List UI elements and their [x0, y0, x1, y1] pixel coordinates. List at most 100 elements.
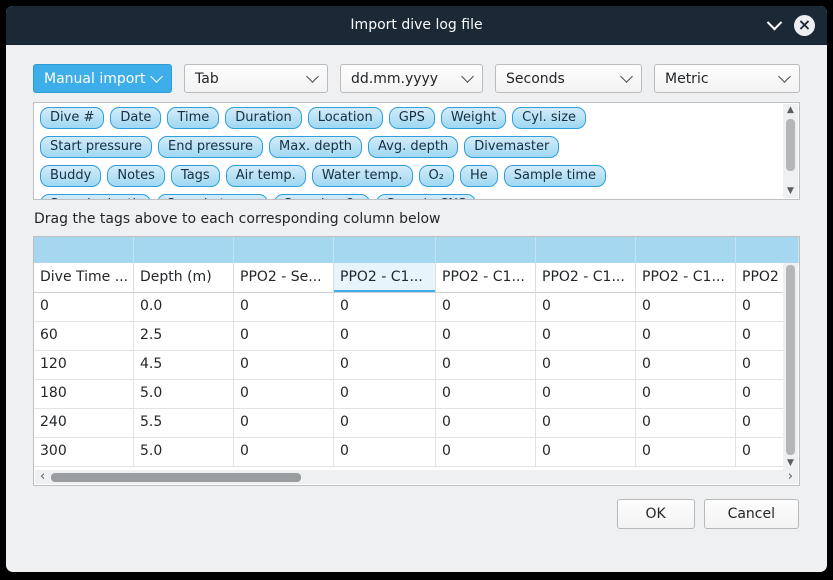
scrollbar-thumb[interactable]: [786, 119, 795, 171]
table-cell: 0: [234, 380, 334, 409]
chevron-down-icon: [150, 70, 163, 83]
table-cell: 0: [736, 409, 784, 438]
table-cell: 0: [636, 351, 736, 380]
tag-avg-depth[interactable]: Avg. depth: [368, 136, 458, 158]
tag-pool-scrollbar[interactable]: ▲ ▼: [783, 104, 798, 198]
toolbar: Manual import Tab dd.mm.yyyy Seconds Metric: [33, 64, 800, 93]
titlebar[interactable]: Import dive log file ×: [6, 6, 827, 45]
combo-dd-mm-yyyy[interactable]: dd.mm.yyyy: [340, 64, 483, 93]
instruction-text: Drag the tags above to each correspondin…: [34, 211, 800, 227]
tag-buddy[interactable]: Buddy: [40, 165, 101, 187]
combo-label: Tab: [195, 71, 219, 87]
column-header[interactable]: PPO2: [736, 263, 784, 293]
titlebar-controls: ×: [769, 6, 815, 44]
tag-tags[interactable]: Tags: [171, 165, 220, 187]
table-header-row: Dive Time ...Depth (m)PPO2 - Se...PPO2 -…: [34, 263, 784, 293]
close-icon[interactable]: ×: [794, 15, 815, 36]
combo-tab[interactable]: Tab: [184, 64, 328, 93]
tag-water-temp[interactable]: Water temp.: [312, 165, 413, 187]
tag-time[interactable]: Time: [167, 107, 219, 129]
tag-start-pressure[interactable]: Start pressure: [40, 136, 152, 158]
table-cell: 60: [34, 322, 134, 351]
table-row: 1805.0000000: [34, 380, 784, 409]
table-row: 00.0000000: [34, 293, 784, 322]
tag-divemaster[interactable]: Divemaster: [464, 136, 559, 158]
tag-row: Dive # Date Time Duration Location GPS Weight C…: [37, 105, 781, 134]
combo-seconds[interactable]: Seconds: [495, 64, 642, 93]
table-hscrollbar[interactable]: ‹ ›: [35, 470, 798, 484]
combo-manual-import[interactable]: Manual import: [33, 64, 172, 93]
tag-sample-depth[interactable]: Sample depth: [40, 194, 151, 199]
tag-location[interactable]: Location: [308, 107, 383, 129]
table-cell: 0: [436, 409, 536, 438]
import-table: Dive Time ...Depth (m)PPO2 - Se...PPO2 -…: [33, 236, 800, 486]
scroll-up-icon[interactable]: ▲: [787, 104, 794, 117]
chevron-down-icon: [461, 70, 474, 83]
tag-gps[interactable]: GPS: [389, 107, 435, 129]
tag-dive[interactable]: Dive #: [40, 107, 104, 129]
column-header[interactable]: Dive Time ...: [34, 263, 134, 293]
tag-row: Sample depth Sample temp. Sample pO₂ Sample…: [37, 192, 781, 199]
column-header[interactable]: Depth (m): [134, 263, 234, 293]
combo-label: Seconds: [506, 71, 565, 87]
table-cell: 5.0: [134, 380, 234, 409]
table-cell: 0: [736, 293, 784, 322]
table-grid: Dive Time ...Depth (m)PPO2 - Se...PPO2 -…: [34, 263, 784, 467]
column-header[interactable]: PPO2 - C1...: [334, 263, 436, 293]
tag-sample-temp[interactable]: Sample temp.: [157, 194, 268, 199]
tag-o[interactable]: O₂: [419, 165, 454, 187]
table-cell: 0: [234, 438, 334, 467]
column-header[interactable]: PPO2 - C1...: [436, 263, 536, 293]
column-header[interactable]: PPO2 - C1...: [636, 263, 736, 293]
scrollbar-thumb[interactable]: [51, 473, 301, 482]
tag-max-depth[interactable]: Max. depth: [269, 136, 362, 158]
combo-metric[interactable]: Metric: [654, 64, 800, 93]
table-vscrollbar[interactable]: ▼: [783, 263, 798, 470]
scroll-left-icon[interactable]: ‹: [35, 470, 50, 484]
tag-duration[interactable]: Duration: [225, 107, 301, 129]
table-cell: 0: [536, 380, 636, 409]
scrollbar-thumb[interactable]: [786, 265, 795, 455]
table-row: 1204.5000000: [34, 351, 784, 380]
table-cell: 0: [334, 409, 436, 438]
table-cell: 0: [636, 293, 736, 322]
table-cell: 5.5: [134, 409, 234, 438]
table-cell: 0: [536, 322, 636, 351]
tag-sample-cns[interactable]: Sample CNS: [376, 194, 476, 199]
table-cell: 0: [736, 438, 784, 467]
tag-air-temp[interactable]: Air temp.: [226, 165, 306, 187]
tag-rows: Dive # Date Time Duration Location GPS Weight C…: [37, 105, 781, 199]
tag-sample-time[interactable]: Sample time: [504, 165, 606, 187]
tag-weight[interactable]: Weight: [441, 107, 506, 129]
chevron-down-icon: [620, 70, 633, 83]
tag-date[interactable]: Date: [110, 107, 161, 129]
tag-row: Start pressure End pressure Max. depth Avg.…: [37, 134, 781, 163]
table-cell: 5.0: [134, 438, 234, 467]
dialog-buttons: OK Cancel: [33, 499, 800, 529]
tag-notes[interactable]: Notes: [107, 165, 165, 187]
chevron-down-icon[interactable]: [767, 14, 783, 30]
tag-he[interactable]: He: [460, 165, 498, 187]
table-cell: 300: [34, 438, 134, 467]
table-cell: 0: [736, 351, 784, 380]
table-cell: 0: [234, 322, 334, 351]
tag-cyl-size[interactable]: Cyl. size: [512, 107, 586, 129]
tag-sample-po[interactable]: Sample pO₂: [274, 194, 371, 199]
tag-row: Buddy Notes Tags Air temp. Water temp. O₂ He Sa…: [37, 163, 781, 192]
cancel-button[interactable]: Cancel: [704, 499, 799, 529]
window-title: Import dive log file: [350, 17, 482, 33]
table-cell: 0: [34, 293, 134, 322]
table-cell: 0: [234, 293, 334, 322]
table-cell: 0: [334, 380, 436, 409]
table-cell: 0: [636, 380, 736, 409]
column-header[interactable]: PPO2 - C1...: [536, 263, 636, 293]
scroll-right-icon[interactable]: ›: [783, 470, 798, 484]
column-header[interactable]: PPO2 - Se...: [234, 263, 334, 293]
table-cell: 2.5: [134, 322, 234, 351]
table-cell: 0: [334, 322, 436, 351]
table-cell: 0: [334, 293, 436, 322]
tag-end-pressure[interactable]: End pressure: [158, 136, 263, 158]
scroll-down-icon[interactable]: ▼: [787, 185, 794, 198]
table-row: 602.5000000: [34, 322, 784, 351]
ok-button[interactable]: OK: [617, 499, 695, 529]
